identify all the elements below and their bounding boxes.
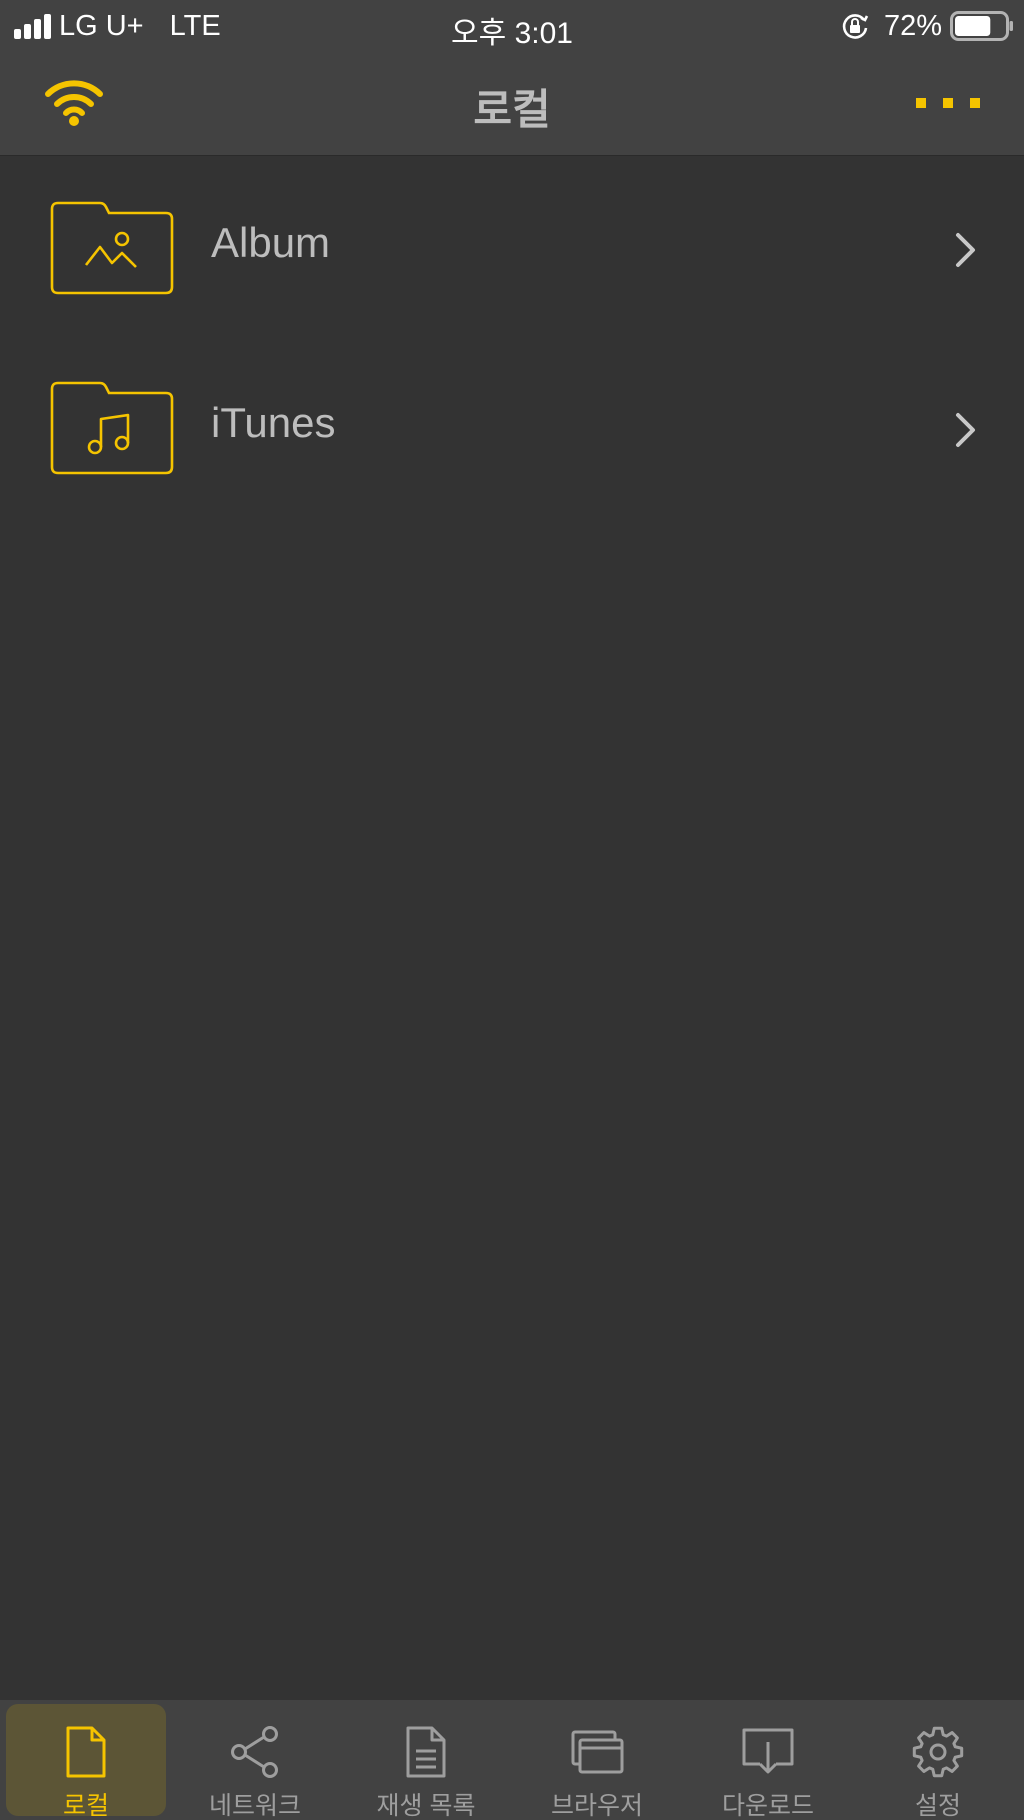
battery-fill xyxy=(955,16,991,36)
download-icon xyxy=(742,1728,794,1774)
document-list-icon xyxy=(406,1726,446,1778)
page-title: 로컬 xyxy=(473,86,551,133)
browser-windows-icon xyxy=(571,1730,624,1774)
chevron-right-icon xyxy=(956,233,975,267)
tab-local[interactable]: 로컬 xyxy=(6,1704,166,1820)
status-right: 72% xyxy=(840,8,1014,44)
battery-percent: 72% xyxy=(883,9,942,42)
rotation-lock-icon xyxy=(842,14,869,39)
tab-settings[interactable]: 설정 xyxy=(858,1704,1018,1820)
tab-label: 재생 목록 xyxy=(376,1792,476,1820)
status-bar: LG U+ LTE 오후 3:01 72% xyxy=(0,0,1024,52)
tab-bar: 로컬 네트워크 재생 목록 브라우저 다운로드 설정 xyxy=(0,1700,1024,1820)
more-icon[interactable] xyxy=(916,98,980,108)
navigation-bar: 로컬 xyxy=(0,52,1024,156)
gear-icon xyxy=(912,1726,964,1778)
tab-label: 네트워크 xyxy=(208,1792,301,1820)
tab-label: 다운로드 xyxy=(721,1792,814,1820)
image-folder-icon xyxy=(50,201,174,295)
tab-label: 설정 xyxy=(914,1792,961,1820)
battery-icon xyxy=(950,11,1013,41)
chevron-right-icon xyxy=(956,413,975,447)
list-item-itunes[interactable]: iTunes xyxy=(0,337,1024,517)
share-icon xyxy=(231,1726,278,1778)
tab-network[interactable]: 네트워크 xyxy=(175,1704,335,1820)
list-item-album[interactable]: Album xyxy=(0,157,1024,337)
music-folder-icon xyxy=(50,381,174,475)
file-icon xyxy=(66,1726,106,1778)
tab-playlist[interactable]: 재생 목록 xyxy=(346,1704,506,1820)
tab-browser[interactable]: 브라우저 xyxy=(517,1704,677,1820)
list-item-label: Album xyxy=(211,219,331,266)
tab-label: 브라우저 xyxy=(550,1792,643,1820)
tab-download[interactable]: 다운로드 xyxy=(688,1704,848,1820)
tab-label: 로컬 xyxy=(62,1792,109,1820)
file-list: Album iTunes xyxy=(0,157,1024,517)
list-item-label: iTunes xyxy=(211,399,336,446)
